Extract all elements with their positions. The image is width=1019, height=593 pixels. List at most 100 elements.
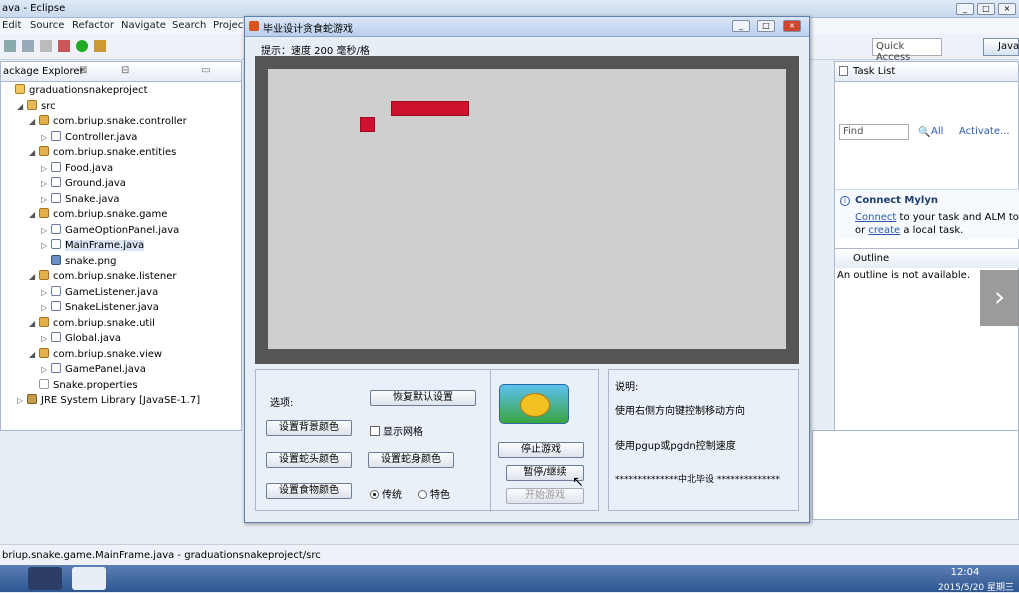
set-body-color-button[interactable]: 设置蛇身颜色 <box>368 452 454 468</box>
options-panel: 选项: 恢复默认设置 设置背景颜色 显示网格 设置蛇头颜色 设置蛇身颜色 设置食… <box>255 369 599 512</box>
tree-item[interactable]: ▷ Snake.java <box>41 192 120 208</box>
menu-project[interactable]: Project <box>213 20 247 31</box>
game-board-border <box>255 56 799 364</box>
close-button[interactable]: × <box>998 3 1016 15</box>
radio-special[interactable]: 特色 <box>418 486 450 501</box>
run-icon[interactable] <box>76 40 88 52</box>
tree-item[interactable]: ◢ com.briup.snake.controller <box>29 115 187 130</box>
toolbar-icons <box>4 40 224 54</box>
expand-toggle-icon[interactable]: ▷ <box>41 179 51 188</box>
close-tab-icon[interactable]: ⊠ <box>79 65 87 76</box>
expand-toggle-icon[interactable]: ▷ <box>41 226 51 235</box>
restore-defaults-button[interactable]: 恢复默认设置 <box>370 390 476 406</box>
start-game-button[interactable]: 开始游戏 <box>506 488 584 504</box>
java-file-icon <box>51 285 61 296</box>
game-maximize-button[interactable]: □ <box>757 20 775 32</box>
tree-item[interactable]: ▷ Global.java <box>41 332 121 347</box>
menu-search[interactable]: Search <box>172 20 206 31</box>
eclipse-taskbar-icon[interactable] <box>28 567 62 590</box>
save-icon[interactable] <box>22 40 34 52</box>
menu-source[interactable]: Source <box>30 20 64 31</box>
connect-link[interactable]: Connect <box>855 212 896 223</box>
maximize-button[interactable]: □ <box>977 3 995 15</box>
package-icon <box>39 347 49 358</box>
print-icon[interactable] <box>40 40 52 52</box>
tree-item[interactable]: ▷ MainFrame.java <box>41 239 145 254</box>
expand-toggle-icon[interactable]: ▷ <box>41 195 51 204</box>
tree-item[interactable]: ◢ com.briup.snake.entities <box>29 146 176 161</box>
debug-icon[interactable] <box>58 40 70 52</box>
tree-item[interactable]: ▷ GameOptionPanel.java <box>41 223 179 239</box>
game-close-button[interactable]: × <box>783 20 801 32</box>
expand-toggle-icon[interactable]: ◢ <box>29 272 39 281</box>
tree-item[interactable]: ▷ SnakeListener.java <box>41 301 159 316</box>
checkbox-icon <box>370 426 380 436</box>
tree-item-label: Snake.java <box>65 193 120 205</box>
package-explorer-tab[interactable]: ackage Explorer <box>3 66 84 77</box>
perspective-java[interactable]: Java <box>983 38 1019 56</box>
expand-toggle-icon[interactable]: ▷ <box>41 241 51 250</box>
activate-link[interactable]: Activate... <box>959 126 1010 137</box>
mylyn-line1: Connect to your task and ALM tools <box>855 212 1019 223</box>
external-tools-icon[interactable] <box>94 40 106 52</box>
expand-toggle-icon[interactable]: ◢ <box>29 117 39 126</box>
expand-toggle-icon[interactable]: ◢ <box>29 319 39 328</box>
set-head-color-button[interactable]: 设置蛇头颜色 <box>266 452 352 468</box>
create-link[interactable]: create <box>868 225 900 236</box>
tree-item[interactable]: graduationsnakeproject <box>5 84 148 99</box>
expand-toggle-icon[interactable]: ▷ <box>41 365 51 374</box>
show-grid-checkbox[interactable]: 显示网格 <box>370 423 423 438</box>
expand-toggle-icon[interactable]: ▷ <box>41 164 51 173</box>
task-list-tab[interactable]: Task List <box>853 66 895 77</box>
set-food-color-button[interactable]: 设置食物颜色 <box>266 483 352 499</box>
menu-edit[interactable]: Edit <box>2 20 21 31</box>
tree-item[interactable]: ▷ Ground.java <box>41 177 126 192</box>
expand-toggle-icon[interactable]: ▷ <box>17 396 27 405</box>
java-taskbar-icon[interactable] <box>72 567 106 590</box>
minimize-view-icon[interactable]: ▭ <box>201 65 210 76</box>
tree-item[interactable]: snake.png <box>41 254 117 270</box>
mylyn-line2: or create a local task. <box>855 225 964 236</box>
tree-item[interactable]: Snake.properties <box>29 378 138 394</box>
tree-item[interactable]: ▷ Food.java <box>41 161 113 177</box>
tree-item[interactable]: ◢ com.briup.snake.game <box>29 208 167 223</box>
stop-game-button[interactable]: 停止游戏 <box>498 442 584 458</box>
menu-refactor[interactable]: Refactor <box>72 20 114 31</box>
expand-toggle-icon[interactable]: ▷ <box>41 334 51 343</box>
tree-item-label: Snake.properties <box>53 379 138 391</box>
collapse-all-icon[interactable]: ⊟ <box>121 65 129 76</box>
outline-tab[interactable]: Outline <box>853 253 889 264</box>
new-icon[interactable] <box>4 40 16 52</box>
set-background-color-button[interactable]: 设置背景颜色 <box>266 420 352 436</box>
tree-item[interactable]: ◢ src <box>17 99 56 115</box>
tree-item[interactable]: ◢ com.briup.snake.listener <box>29 270 177 285</box>
expand-toggle-icon[interactable]: ◢ <box>17 102 27 111</box>
find-input[interactable]: Find <box>839 124 909 140</box>
image-file-icon <box>51 254 61 265</box>
tree-item-label: com.briup.snake.entities <box>53 147 177 158</box>
all-link[interactable]: All <box>931 126 943 137</box>
expand-toggle-icon[interactable]: ▷ <box>41 133 51 142</box>
tree-item-label: snake.png <box>65 255 117 267</box>
expand-toggle-icon[interactable]: ◢ <box>29 210 39 219</box>
mylyn-title: Connect Mylyn <box>855 195 938 206</box>
next-arrow-icon[interactable]: › <box>980 270 1019 326</box>
tree-item[interactable]: ◢ com.briup.snake.util <box>29 316 155 332</box>
expand-toggle-icon[interactable]: ▷ <box>41 288 51 297</box>
tree-item[interactable]: ▷ JRE System Library [JavaSE-1.7] <box>17 394 200 409</box>
quick-access-input[interactable]: Quick Access <box>872 38 942 63</box>
expand-toggle-icon[interactable]: ◢ <box>29 148 39 157</box>
tree-item[interactable]: ◢ com.briup.snake.view <box>29 347 162 363</box>
tree-item[interactable]: ▷ Controller.java <box>41 130 137 146</box>
game-minimize-button[interactable]: _ <box>732 20 750 32</box>
tree-item[interactable]: ▷ GameListener.java <box>41 285 158 301</box>
expand-toggle-icon[interactable]: ▷ <box>41 303 51 312</box>
tree-item[interactable]: ▷ GamePanel.java <box>41 363 146 378</box>
radio-traditional[interactable]: 传统 <box>370 486 402 501</box>
game-title-bar: 毕业设计贪食蛇游戏 _ □ × <box>245 17 809 37</box>
expand-toggle-icon[interactable]: ◢ <box>29 350 39 359</box>
clock-date: 2015/5/20 星期三 <box>938 583 1015 593</box>
search-icon[interactable]: 🔍 <box>918 127 930 138</box>
menu-navigate[interactable]: Navigate <box>121 20 166 31</box>
minimize-button[interactable]: _ <box>956 3 974 15</box>
